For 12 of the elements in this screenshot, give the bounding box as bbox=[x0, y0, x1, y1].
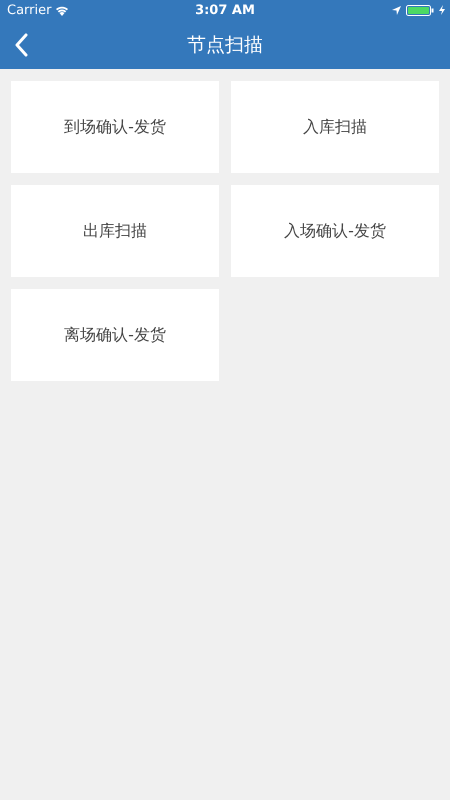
page-title: 节点扫描 bbox=[187, 32, 263, 58]
clock-time: 3:07 AM bbox=[195, 2, 255, 18]
location-arrow-icon bbox=[392, 6, 401, 14]
menu-tile[interactable]: 入库扫描 bbox=[231, 81, 439, 173]
menu-tile[interactable]: 入场确认-发货 bbox=[231, 185, 439, 277]
carrier-name: Carrier bbox=[7, 2, 52, 18]
battery-icon bbox=[406, 4, 434, 16]
wifi-icon bbox=[55, 4, 70, 16]
menu-tile[interactable]: 出库扫描 bbox=[11, 185, 219, 277]
menu-tile[interactable]: 到场确认-发货 bbox=[11, 81, 219, 173]
menu-tile[interactable]: 离场确认-发货 bbox=[11, 289, 219, 381]
charging-bolt-icon bbox=[439, 5, 445, 15]
